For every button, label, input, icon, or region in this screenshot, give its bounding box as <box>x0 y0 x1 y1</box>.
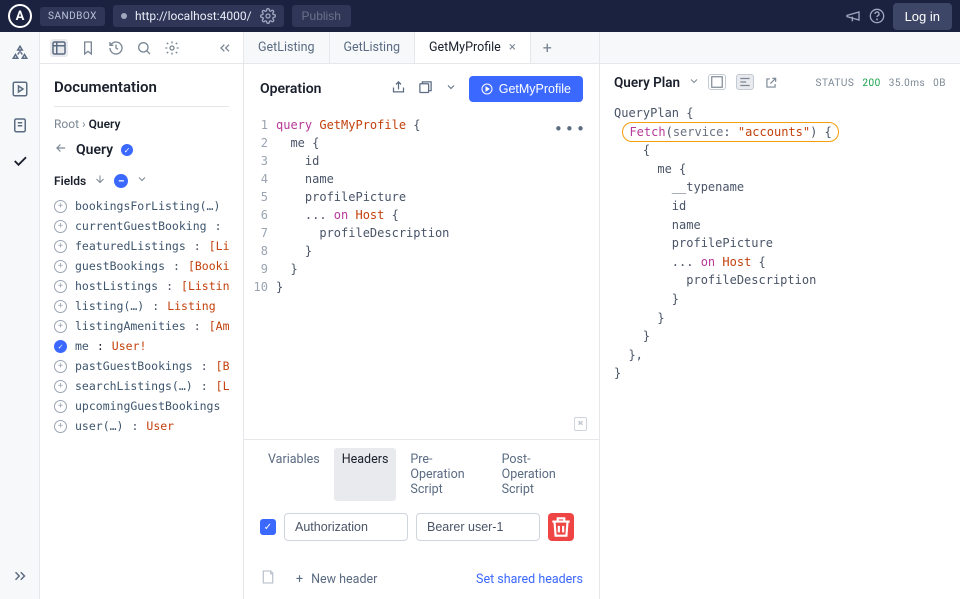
field-item[interactable]: +bookingsForListing(…): [. <box>54 196 229 216</box>
operation-tabs: GetListingGetListingGetMyProfile×+ <box>244 32 599 64</box>
field-item[interactable]: me: User! <box>54 336 229 356</box>
query-plan-title: Query Plan <box>614 75 680 91</box>
header-key-input[interactable] <box>284 513 408 541</box>
response-panel: Query Plan STATUS 200 35.0ms 0B QueryPla… <box>600 32 960 599</box>
sidebar-title: Documentation <box>54 78 229 96</box>
bottom-panel: VariablesHeadersPre-Operation ScriptPost… <box>244 439 599 599</box>
operation-tab[interactable]: GetMyProfile× <box>415 32 531 63</box>
chevron-down-icon[interactable] <box>136 173 148 188</box>
bottom-tab[interactable]: Variables <box>260 448 328 501</box>
delete-header-button[interactable] <box>548 513 574 541</box>
fields-list: +bookingsForListing(…): [.+currentGuestB… <box>54 196 229 436</box>
operation-title: Operation <box>260 81 321 97</box>
query-plan-code[interactable]: QueryPlan { Fetch(service: "accounts") {… <box>600 100 960 387</box>
sandbox-badge: SANDBOX <box>40 7 105 26</box>
field-item[interactable]: +upcomingGuestBookings: [. <box>54 396 229 416</box>
settings-icon[interactable] <box>164 40 180 56</box>
operation-tab[interactable]: GetListing <box>330 32 416 63</box>
close-icon[interactable]: × <box>509 40 516 55</box>
connection-dot-icon <box>121 13 127 19</box>
check-icon[interactable] <box>11 152 29 170</box>
run-operation-button[interactable]: GetMyProfile <box>469 76 583 102</box>
keyboard-badge: ⌘ <box>574 417 587 431</box>
header-value-input[interactable] <box>416 513 540 541</box>
sidebar: Documentation Root › Query Query Fields … <box>40 32 244 599</box>
tabs-icon[interactable] <box>418 80 433 99</box>
type-badge-icon <box>121 144 133 156</box>
url-bar[interactable]: http://localhost:4000/ <box>113 5 284 27</box>
operation-panel: GetListingGetListingGetMyProfile×+ Opera… <box>244 32 600 599</box>
expand-rail-icon[interactable] <box>11 567 29 585</box>
bottom-tab[interactable]: Headers <box>334 448 397 501</box>
view-text-icon[interactable] <box>736 74 754 90</box>
note-icon[interactable] <box>260 569 276 589</box>
clipboard-icon[interactable] <box>11 116 29 134</box>
top-bar: A SANDBOX http://localhost:4000/ Publish… <box>0 0 960 32</box>
nav-rail <box>0 32 40 599</box>
help-icon[interactable] <box>869 8 885 24</box>
field-item[interactable]: +guestBookings: [Booking… <box>54 256 229 276</box>
bottom-tab[interactable]: Pre-Operation Script <box>402 448 487 501</box>
megaphone-icon[interactable] <box>845 8 861 24</box>
field-item[interactable]: +user(…): User <box>54 416 229 436</box>
url-text: http://localhost:4000/ <box>135 9 252 23</box>
field-item[interactable]: +hostListings: [Listing]! <box>54 276 229 296</box>
sidebar-toolbar <box>40 32 243 64</box>
header-enabled-checkbox[interactable]: ✓ <box>260 519 276 535</box>
new-tab-button[interactable]: + <box>531 32 564 63</box>
search-icon[interactable] <box>136 40 152 56</box>
bookmark-icon[interactable] <box>80 40 96 56</box>
bottom-tabs: VariablesHeadersPre-Operation ScriptPost… <box>244 440 599 505</box>
more-icon[interactable]: ••• <box>554 118 587 141</box>
collapse-fields-icon[interactable]: − <box>114 174 128 188</box>
field-item[interactable]: +currentGuestBooking: Bo… <box>54 216 229 236</box>
chevron-down-icon[interactable] <box>688 75 700 91</box>
field-item[interactable]: +searchListings(…): [Lis… <box>54 376 229 396</box>
explorer-icon[interactable] <box>11 44 29 62</box>
share-icon[interactable] <box>391 80 406 99</box>
operation-editor[interactable]: 12345678910 query GetMyProfile { me { id… <box>244 112 599 439</box>
field-item[interactable]: +featuredListings: [List… <box>54 236 229 256</box>
field-item[interactable]: +listing(…): Listing <box>54 296 229 316</box>
schema-icon[interactable] <box>50 39 68 57</box>
login-button[interactable]: Log in <box>893 3 952 30</box>
play-icon[interactable] <box>11 80 29 98</box>
back-icon[interactable] <box>54 141 68 159</box>
field-item[interactable]: +listingAmenities: [Amen… <box>54 316 229 336</box>
publish-button[interactable]: Publish <box>292 5 351 27</box>
operation-tab[interactable]: GetListing <box>244 32 330 63</box>
sort-icon[interactable] <box>94 173 106 188</box>
breadcrumb[interactable]: Root › Query <box>54 117 229 131</box>
new-header-button[interactable]: +New header <box>296 572 377 587</box>
field-item[interactable]: +pastGuestBookings: [Boo… <box>54 356 229 376</box>
apollo-logo: A <box>8 4 32 28</box>
external-link-icon[interactable] <box>764 74 778 92</box>
gear-icon[interactable] <box>260 8 276 24</box>
status-bar: STATUS 200 35.0ms 0B <box>816 78 946 89</box>
fields-header[interactable]: Fields − <box>54 173 229 188</box>
header-row: ✓ <box>244 505 599 549</box>
bottom-tab[interactable]: Post-Operation Script <box>494 448 583 501</box>
chevron-down-icon[interactable] <box>445 81 457 97</box>
view-table-icon[interactable] <box>708 74 726 90</box>
collapse-sidebar-icon[interactable] <box>217 40 233 56</box>
type-header: Query <box>54 141 229 159</box>
history-icon[interactable] <box>108 40 124 56</box>
shared-headers-link[interactable]: Set shared headers <box>476 572 583 587</box>
